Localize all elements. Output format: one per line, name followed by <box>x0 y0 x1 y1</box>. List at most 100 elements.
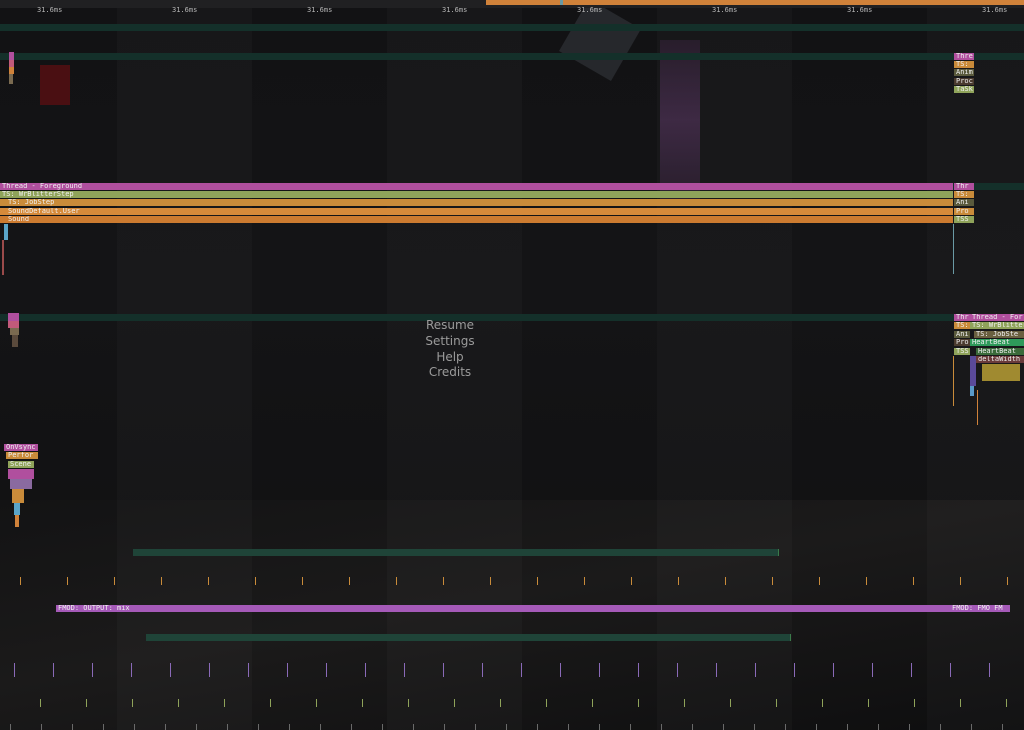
thread-band <box>0 53 1024 60</box>
event-tick <box>302 577 303 585</box>
zone-label[interactable]: Thre <box>954 53 974 60</box>
event-tick <box>868 699 869 707</box>
event-tick <box>776 699 777 707</box>
menu-resume[interactable]: Resume <box>380 318 520 332</box>
zone-label[interactable]: Thr <box>954 314 970 321</box>
event-tick <box>404 663 405 677</box>
event-tick <box>913 577 914 585</box>
mini-stack <box>12 335 18 347</box>
event-tick <box>365 663 366 677</box>
event-tick <box>546 699 547 707</box>
event-tick <box>209 663 210 677</box>
event-tick <box>960 699 961 707</box>
timeline-column <box>657 8 792 730</box>
event-tick <box>132 699 133 707</box>
tick-label: 31.6ms <box>577 6 603 14</box>
event-tick <box>833 663 834 677</box>
event-tick <box>67 577 68 585</box>
event-tick <box>661 724 662 730</box>
zone-label[interactable]: Ani <box>954 199 974 206</box>
event-tick <box>725 577 726 585</box>
zone-label[interactable]: Proc <box>954 78 974 85</box>
event-tick <box>396 577 397 585</box>
event-tick <box>443 577 444 585</box>
event-tick <box>878 724 879 730</box>
event-tick <box>20 577 21 585</box>
frame-selection-bar[interactable] <box>486 0 1024 5</box>
event-tick <box>170 663 171 677</box>
mini-stack <box>15 515 19 527</box>
thread-band <box>0 24 1024 31</box>
zone-label[interactable]: Thr <box>954 183 974 190</box>
event-tick <box>443 663 444 677</box>
zone-block <box>970 386 974 396</box>
zone-label[interactable]: TS: <box>954 191 974 198</box>
event-tick <box>165 724 166 730</box>
zone-label[interactable]: TSS <box>954 216 974 223</box>
menu-help[interactable]: Help <box>380 350 520 364</box>
zone-label[interactable]: OnVsync <box>4 444 38 451</box>
zone-label[interactable]: deltaWidth <box>976 356 1024 363</box>
zone-label[interactable]: Thread - For <box>970 314 1024 321</box>
menu-credits[interactable]: Credits <box>380 365 520 379</box>
event-tick <box>989 663 990 677</box>
event-tick <box>822 699 823 707</box>
mini-stack <box>8 321 19 328</box>
zone-block <box>970 356 976 386</box>
event-tick <box>506 724 507 730</box>
zone-label[interactable]: Ani <box>954 331 970 338</box>
event-tick <box>872 663 873 677</box>
zone-bar-foreground[interactable]: Thread - Foreground <box>0 183 953 190</box>
event-tick <box>677 663 678 677</box>
tick-label: 31.6ms <box>307 6 333 14</box>
event-tick <box>785 724 786 730</box>
event-tick <box>248 663 249 677</box>
menu-settings[interactable]: Settings <box>380 334 520 348</box>
event-tick <box>638 663 639 677</box>
profiler-overlay: 31.6ms 31.6ms 31.6ms 31.6ms 31.6ms 31.6m… <box>0 0 1024 730</box>
zone-label[interactable]: Scene <box>8 461 34 468</box>
zone-label[interactable]: TS: JobSte <box>974 331 1024 338</box>
fmod-output-bar[interactable]: FMOD: OUTPUT: mix <box>56 605 950 612</box>
event-tick <box>911 663 912 677</box>
mini-stack <box>9 74 13 84</box>
mini-stack <box>12 489 24 503</box>
tick-label: 31.6ms <box>172 6 198 14</box>
zone-marker <box>2 240 4 275</box>
zone-label[interactable]: HeartBeat <box>976 348 1024 355</box>
zone-label[interactable]: Anim <box>954 69 974 76</box>
event-tick <box>560 663 561 677</box>
event-tick <box>362 699 363 707</box>
event-tick <box>161 577 162 585</box>
event-tick <box>960 577 961 585</box>
zone-bar-blitter[interactable]: TS: WrBlitterStep <box>0 191 953 198</box>
zone-bar-jobstep[interactable]: TS: JobStep <box>0 199 953 206</box>
tick-label: 31.6ms <box>37 6 63 14</box>
zone-label[interactable]: TS: <box>954 61 974 68</box>
event-tick <box>1007 577 1008 585</box>
zone-label[interactable]: HeartBeat <box>970 339 1024 346</box>
zone-bar-sound[interactable]: Sound <box>0 216 953 223</box>
zone-label[interactable]: TS: <box>954 322 970 329</box>
event-tick <box>678 577 679 585</box>
event-tick <box>940 724 941 730</box>
event-tick <box>289 724 290 730</box>
zone-label[interactable]: TSS <box>954 348 970 355</box>
mini-stack <box>9 52 14 60</box>
fmod-output-label[interactable]: FMOD: FMO FM <box>950 605 1010 612</box>
zone-label[interactable]: TaSk <box>954 86 974 93</box>
zone-tick <box>977 390 978 425</box>
scene-neon-sign <box>40 65 70 105</box>
event-tick <box>349 577 350 585</box>
zone-label[interactable]: Perfor <box>6 452 38 459</box>
event-tick <box>454 699 455 707</box>
event-tick <box>53 663 54 677</box>
tick-label: 31.6ms <box>847 6 873 14</box>
event-tick <box>413 724 414 730</box>
tick-label: 31.6ms <box>982 6 1008 14</box>
zone-bar-sound-default[interactable]: SoundDefault.User <box>0 208 953 215</box>
zone-label[interactable]: Pro <box>954 339 970 346</box>
zone-label[interactable]: TS: WrBlitters <box>970 322 1024 329</box>
event-tick <box>255 577 256 585</box>
zone-label[interactable]: Pro <box>954 208 974 215</box>
